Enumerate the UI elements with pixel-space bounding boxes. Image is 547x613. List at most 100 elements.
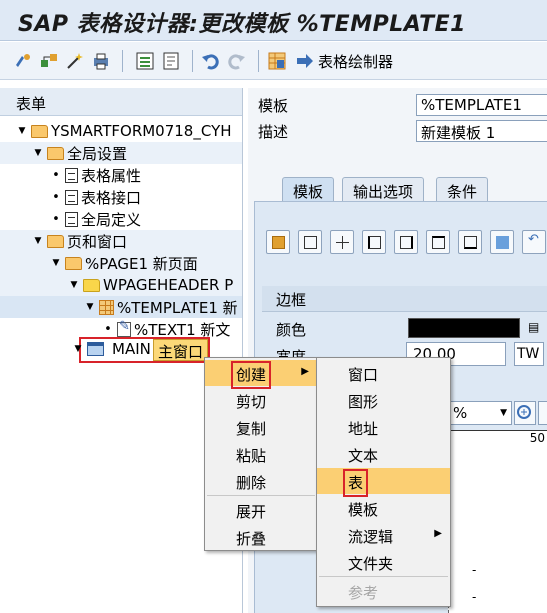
tree-node-form-root[interactable]: ▼ YSMARTFORM0718_CYH	[0, 120, 242, 142]
expand-arrow-icon[interactable]: ▼	[84, 302, 96, 312]
menu-separator	[319, 576, 448, 577]
description-label: 描述	[258, 122, 289, 141]
text-edit-icon	[117, 319, 131, 337]
table-painter-button[interactable]: 表格绘制器	[295, 50, 393, 72]
submenu-item-window[interactable]: 窗口	[317, 360, 378, 386]
template-name-label: 模板	[258, 96, 289, 115]
chevron-down-icon[interactable]: ▼	[500, 408, 507, 418]
expand-arrow-icon[interactable]: ▼	[72, 344, 84, 354]
download-pattern-icon[interactable]	[490, 230, 514, 254]
undo-icon[interactable]	[199, 50, 221, 72]
value-help-icon[interactable]: ▤	[528, 320, 539, 334]
menu-item-collapse[interactable]: 折叠	[205, 524, 266, 550]
color-picker-field[interactable]	[408, 318, 520, 338]
print-icon[interactable]	[90, 50, 112, 72]
toolbar-separator	[192, 50, 193, 72]
tab-conditions[interactable]: 条件	[436, 177, 489, 202]
zoom-out-icon[interactable]	[538, 401, 547, 425]
border-section-header: 边框	[262, 286, 547, 312]
wizard-icon[interactable]	[64, 50, 86, 72]
toolbar-separator	[122, 50, 123, 72]
submenu-item-graphic[interactable]: 图形	[317, 387, 378, 413]
menu-item-create[interactable]: 创建 ▶	[205, 360, 317, 389]
tree-node-page1[interactable]: ▼ %PAGE1 新页面	[0, 252, 242, 274]
bottom-border-icon[interactable]	[458, 230, 482, 254]
tree-node-label: 表格接口	[81, 188, 142, 207]
color-label: 颜色	[276, 321, 307, 339]
redo-icon[interactable]	[226, 50, 248, 72]
width-unit-field[interactable]: TW	[514, 342, 544, 366]
menu-item-paste[interactable]: 粘贴	[205, 441, 266, 467]
expand-arrow-icon[interactable]: ▼	[32, 236, 44, 246]
toggle-icon[interactable]	[12, 50, 34, 72]
tree-node-form-attributes[interactable]: • 表格属性	[0, 164, 242, 186]
tree-node-label: 全局定义	[81, 210, 142, 229]
horizontal-lines-icon[interactable]	[426, 230, 450, 254]
tree-node-template1[interactable]: ▼ %TEMPLATE1 新	[0, 296, 242, 318]
tree-node-label: %PAGE1 新页面	[85, 254, 198, 273]
description-row: 描述 新建模板 1	[248, 118, 547, 144]
table-painter-icon[interactable]	[266, 50, 288, 72]
expand-arrow-icon[interactable]: ▼	[50, 258, 62, 268]
folder-icon	[31, 124, 48, 138]
tab-output-options[interactable]: 输出选项	[342, 177, 425, 202]
tree-node-label: 页和窗口	[67, 232, 128, 251]
folder-icon	[47, 234, 64, 248]
toolbar-separator	[258, 50, 259, 72]
zoom-field[interactable]: % ▼	[448, 401, 512, 425]
tree-node-form-interface[interactable]: • 表格接口	[0, 186, 242, 208]
submenu-item-template[interactable]: 模板	[317, 495, 378, 521]
expand-arrow-icon[interactable]: ▼	[68, 280, 80, 290]
submenu-item-text[interactable]: 文本	[317, 441, 378, 467]
submenu-arrow-icon: ▶	[434, 528, 442, 539]
submenu-arrow-icon: ▶	[301, 366, 309, 377]
ruler-mark: 50	[529, 431, 545, 445]
menu-item-copy[interactable]: 复制	[205, 414, 266, 440]
zoom-in-icon[interactable]	[514, 401, 536, 425]
menu-item-cut[interactable]: 剪切	[205, 387, 266, 413]
document-icon	[65, 189, 78, 205]
table-grid-icon	[99, 299, 114, 315]
tree-node-label: MAIN	[112, 340, 151, 358]
tree-node-global-settings[interactable]: ▼ 全局设置	[0, 142, 242, 164]
tab-strip: 模板 输出选项 条件	[256, 177, 547, 203]
window-title: SAP 表格设计器:更改模板 %TEMPLATE1	[18, 12, 466, 37]
expand-arrow-icon[interactable]: ▼	[16, 126, 28, 136]
menu-item-expand[interactable]: 展开	[205, 497, 266, 523]
tree-icon[interactable]	[160, 50, 182, 72]
zoom-percent-label: %	[453, 404, 468, 422]
tree-node-global-definitions[interactable]: • 全局定义	[0, 208, 242, 230]
tree-node-wpageheader[interactable]: ▼ WPAGEHEADER P	[0, 274, 242, 296]
menu-item-delete[interactable]: 删除	[205, 468, 266, 494]
folder-icon	[47, 146, 64, 160]
window-icon	[87, 342, 104, 356]
outer-frame-icon[interactable]	[298, 230, 322, 254]
template-name-row: 模板 %TEMPLATE1	[248, 92, 547, 118]
menu-item-label: 流逻辑	[348, 528, 394, 546]
submenu-item-address[interactable]: 地址	[317, 414, 378, 440]
tree-node-label: WPAGEHEADER P	[103, 276, 234, 294]
document-icon	[65, 167, 78, 183]
inner-grid-icon[interactable]	[330, 230, 354, 254]
description-field[interactable]: 新建模板 1	[416, 120, 547, 142]
template-name-field[interactable]: %TEMPLATE1	[416, 94, 547, 116]
left-border-icon[interactable]	[362, 230, 386, 254]
expand-arrow-icon[interactable]: ▼	[32, 148, 44, 158]
tree-header: 表单	[0, 88, 242, 116]
menu-item-label: 表	[342, 469, 369, 497]
menu-item-label: 创建	[230, 361, 272, 389]
tree-node-pages-windows[interactable]: ▼ 页和窗口	[0, 230, 242, 252]
table-canvas[interactable]: - -	[448, 448, 547, 613]
tab-template[interactable]: 模板	[282, 177, 335, 203]
field-list-icon[interactable]	[134, 50, 156, 72]
tree-node-main[interactable]: ▼ MAIN 主窗口	[75, 337, 210, 363]
vertical-lines-icon[interactable]	[394, 230, 418, 254]
hierarchy-icon[interactable]	[38, 50, 60, 72]
undo-icon[interactable]: ↶	[522, 230, 546, 254]
submenu-item-table[interactable]: 表	[317, 468, 450, 497]
folder-icon	[65, 256, 82, 270]
submenu-item-flow-logic[interactable]: 流逻辑 ▶	[317, 522, 450, 548]
fill-cells-icon[interactable]	[266, 230, 290, 254]
tree-node-label: 全局设置	[67, 144, 128, 163]
submenu-item-folder[interactable]: 文件夹	[317, 549, 393, 575]
